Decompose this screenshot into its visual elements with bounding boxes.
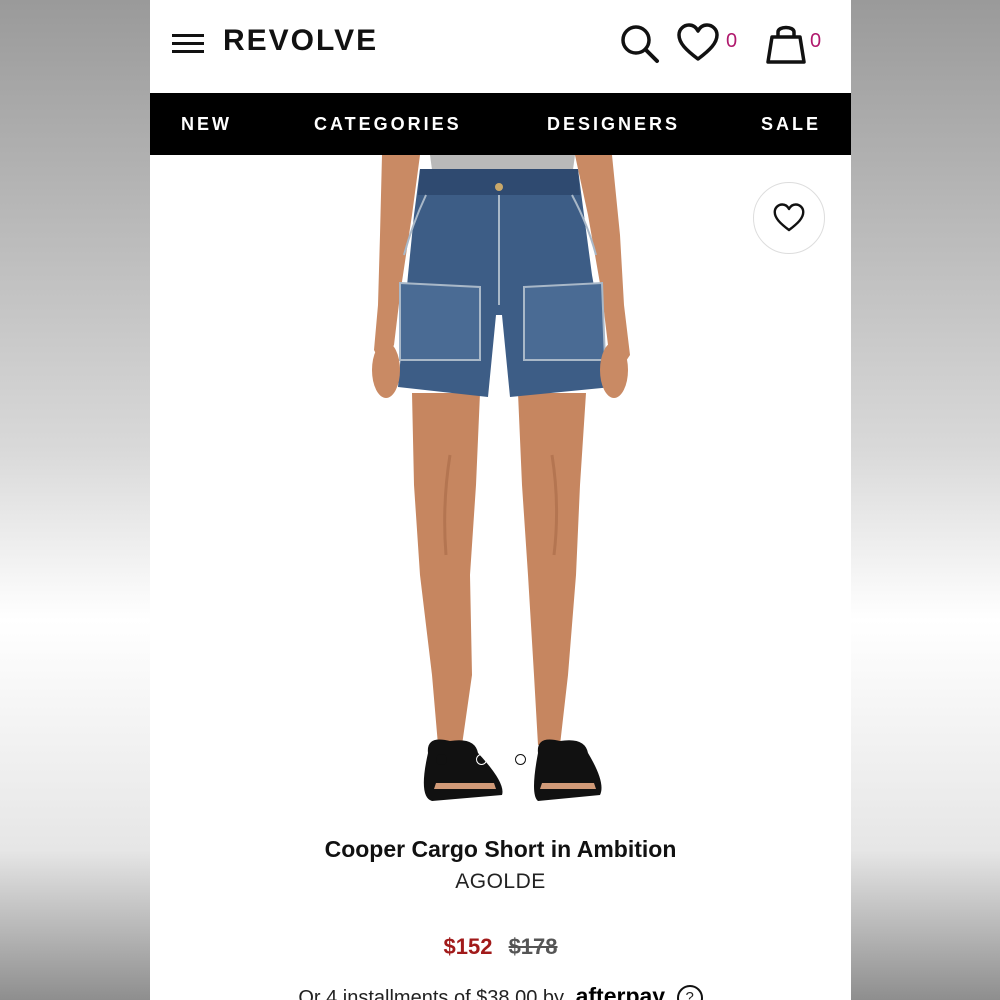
nav-new[interactable]: NEW — [181, 93, 232, 155]
carousel-dot-2[interactable] — [476, 754, 487, 765]
bag-count: 0 — [810, 30, 822, 52]
site-header: REVOLVE 0 0 — [150, 0, 851, 93]
sale-price: $152 — [443, 934, 493, 959]
model-illustration — [372, 155, 630, 801]
nav-categories[interactable]: CATEGORIES — [314, 93, 462, 155]
installments-text: Or 4 installments of $38.00 by — [298, 987, 565, 1000]
product-title: Cooper Cargo Short in Ambition — [324, 836, 677, 862]
nav-sale[interactable]: SALE — [761, 93, 821, 155]
price-row: $152 $178 — [150, 934, 851, 960]
bag-icon[interactable] — [764, 21, 808, 65]
phone-screen: REVOLVE 0 0 NEW CATEGORIES DESIGNERS SAL… — [150, 0, 851, 1000]
menu-icon[interactable] — [170, 32, 206, 56]
favorite-button[interactable] — [753, 182, 825, 254]
installments-info: Or 4 installments of $38.00 by afterpay … — [150, 983, 851, 1000]
search-icon[interactable] — [618, 22, 662, 66]
heart-icon[interactable] — [676, 23, 720, 63]
product-brand[interactable]: AGOLDE — [150, 870, 851, 894]
wishlist-count: 0 — [726, 30, 738, 52]
info-icon[interactable]: ? — [676, 985, 703, 1000]
heart-outline-icon — [773, 203, 805, 232]
product-image[interactable] — [150, 155, 851, 820]
nav-designers[interactable]: DESIGNERS — [547, 93, 680, 155]
main-nav: NEW CATEGORIES DESIGNERS SALE — [150, 93, 851, 155]
original-price: $178 — [508, 934, 558, 959]
carousel-dot-1[interactable] — [436, 754, 447, 765]
carousel-dot-3[interactable] — [515, 754, 526, 765]
afterpay-logo: afterpay — [575, 983, 666, 1000]
site-logo[interactable]: REVOLVE — [223, 24, 378, 58]
